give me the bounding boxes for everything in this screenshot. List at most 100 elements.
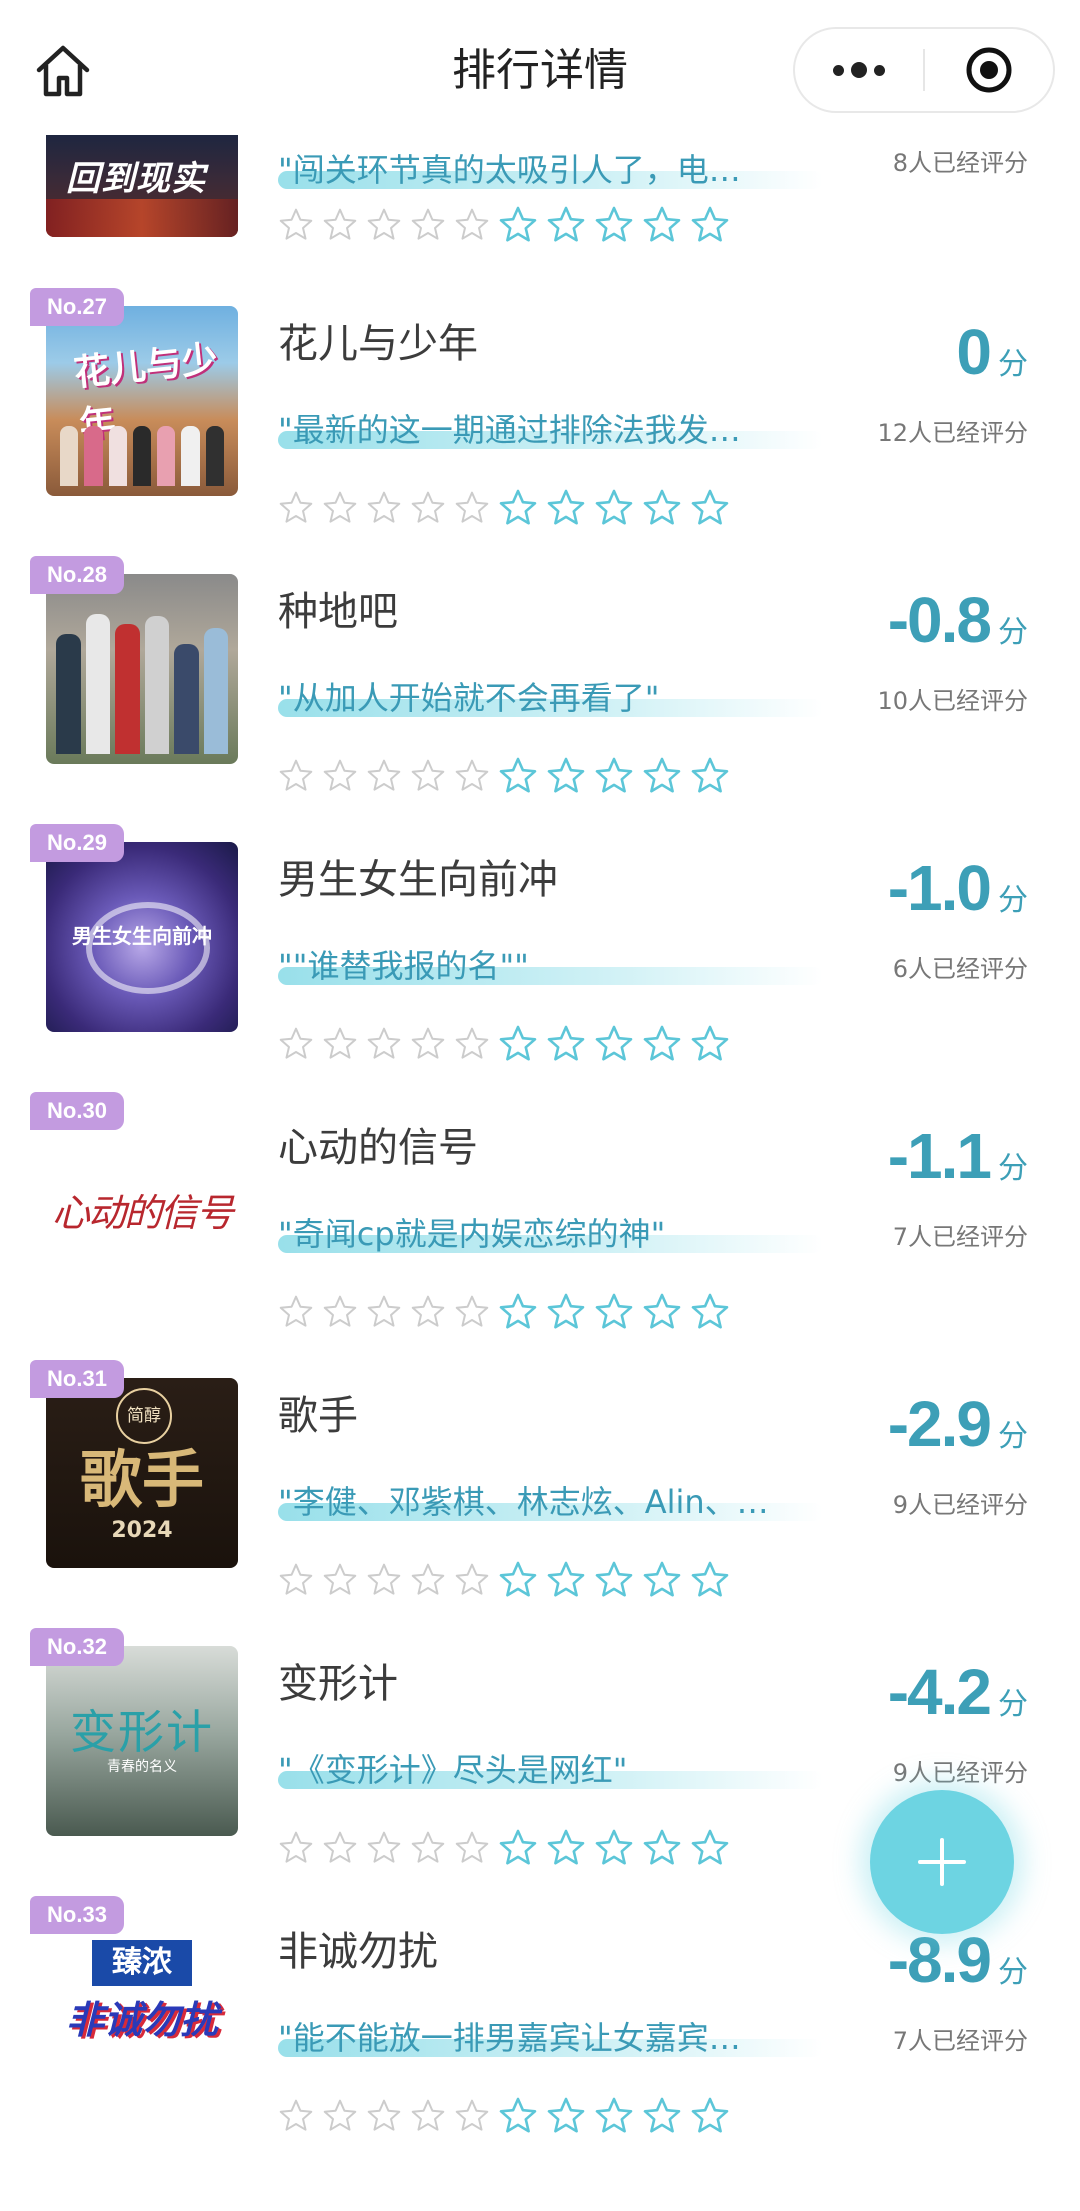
more-button[interactable] <box>795 29 923 111</box>
star-teal-icon[interactable] <box>498 1292 538 1332</box>
star-empty-icon[interactable] <box>366 207 402 243</box>
star-empty-icon[interactable] <box>278 1562 314 1598</box>
star-empty-icon[interactable] <box>454 207 490 243</box>
star-teal-icon[interactable] <box>642 756 682 796</box>
star-empty-icon[interactable] <box>322 1294 358 1330</box>
ranking-item[interactable]: No.30 心动的信号 心动的信号 -1.1 分 "奇闻cp就是内娱恋综的神" … <box>0 1092 1080 1360</box>
star-empty-icon[interactable] <box>322 207 358 243</box>
star-empty-icon[interactable] <box>454 1562 490 1598</box>
star-teal-icon[interactable] <box>690 1828 730 1868</box>
star-teal-icon[interactable] <box>690 1560 730 1600</box>
mini-program-capsule <box>793 27 1055 113</box>
star-teal-icon[interactable] <box>498 1024 538 1064</box>
star-teal-icon[interactable] <box>594 1560 634 1600</box>
star-teal-icon[interactable] <box>546 1560 586 1600</box>
star-empty-icon[interactable] <box>410 2098 446 2134</box>
star-teal-icon[interactable] <box>642 1024 682 1064</box>
star-teal-icon[interactable] <box>642 2096 682 2136</box>
star-teal-icon[interactable] <box>498 205 538 245</box>
star-teal-icon[interactable] <box>642 488 682 528</box>
star-empty-icon[interactable] <box>366 1026 402 1062</box>
star-teal-icon[interactable] <box>594 1292 634 1332</box>
star-empty-icon[interactable] <box>278 490 314 526</box>
star-empty-icon[interactable] <box>278 1026 314 1062</box>
star-teal-icon[interactable] <box>642 1828 682 1868</box>
rating-stars[interactable] <box>278 205 738 245</box>
star-teal-icon[interactable] <box>642 1560 682 1600</box>
star-teal-icon[interactable] <box>594 1828 634 1868</box>
star-empty-icon[interactable] <box>322 490 358 526</box>
star-empty-icon[interactable] <box>366 1562 402 1598</box>
star-teal-icon[interactable] <box>594 2096 634 2136</box>
star-teal-icon[interactable] <box>498 488 538 528</box>
star-empty-icon[interactable] <box>366 758 402 794</box>
star-empty-icon[interactable] <box>278 207 314 243</box>
star-empty-icon[interactable] <box>322 1026 358 1062</box>
star-teal-icon[interactable] <box>690 2096 730 2136</box>
rating-stars[interactable] <box>278 1560 738 1600</box>
rating-stars[interactable] <box>278 488 738 528</box>
star-empty-icon[interactable] <box>322 758 358 794</box>
ranking-item[interactable]: No.27 花儿与少年 花儿与少年 0 分 "最新的这一期通过排除法我发… 12… <box>0 288 1080 556</box>
star-teal-icon[interactable] <box>594 756 634 796</box>
star-empty-icon[interactable] <box>410 1294 446 1330</box>
star-teal-icon[interactable] <box>546 205 586 245</box>
star-teal-icon[interactable] <box>594 488 634 528</box>
star-teal-icon[interactable] <box>690 488 730 528</box>
star-empty-icon[interactable] <box>410 1830 446 1866</box>
star-teal-icon[interactable] <box>690 205 730 245</box>
star-empty-icon[interactable] <box>366 490 402 526</box>
star-empty-icon[interactable] <box>410 1026 446 1062</box>
star-teal-icon[interactable] <box>690 1292 730 1332</box>
ranking-item[interactable]: No.31 简醇 歌手 2024 歌手 -2.9 分 "李健、邓紫棋、林志炫、A… <box>0 1360 1080 1628</box>
star-teal-icon[interactable] <box>546 488 586 528</box>
star-empty-icon[interactable] <box>454 1830 490 1866</box>
star-empty-icon[interactable] <box>410 490 446 526</box>
star-teal-icon[interactable] <box>498 756 538 796</box>
star-teal-icon[interactable] <box>642 205 682 245</box>
star-empty-icon[interactable] <box>278 1294 314 1330</box>
star-empty-icon[interactable] <box>278 758 314 794</box>
rating-stars[interactable] <box>278 1828 738 1868</box>
star-teal-icon[interactable] <box>594 1024 634 1064</box>
star-empty-icon[interactable] <box>454 1294 490 1330</box>
star-empty-icon[interactable] <box>366 2098 402 2134</box>
rating-stars[interactable] <box>278 2096 738 2136</box>
rating-stars[interactable] <box>278 756 738 796</box>
ranking-item[interactable]: No.29 男生女生向前冲 男生女生向前冲 -1.0 分 ""谁替我报的名"" … <box>0 824 1080 1092</box>
add-button[interactable] <box>870 1790 1014 1934</box>
star-empty-icon[interactable] <box>410 1562 446 1598</box>
star-teal-icon[interactable] <box>690 1024 730 1064</box>
star-empty-icon[interactable] <box>366 1294 402 1330</box>
star-empty-icon[interactable] <box>366 1830 402 1866</box>
star-teal-icon[interactable] <box>546 2096 586 2136</box>
star-teal-icon[interactable] <box>546 1828 586 1868</box>
star-teal-icon[interactable] <box>546 756 586 796</box>
ranking-item[interactable]: No.28 种地吧 -0.8 分 "从加人开始就不会再看了" 10人已经评分 <box>0 556 1080 824</box>
star-teal-icon[interactable] <box>498 1560 538 1600</box>
star-empty-icon[interactable] <box>322 2098 358 2134</box>
show-name: 种地吧 <box>278 589 398 635</box>
star-empty-icon[interactable] <box>454 490 490 526</box>
star-empty-icon[interactable] <box>322 1562 358 1598</box>
star-teal-icon[interactable] <box>690 756 730 796</box>
star-teal-icon[interactable] <box>498 2096 538 2136</box>
ranking-item[interactable]: No.33 臻浓 非诚勿扰 非诚勿扰 -8.9 分 "能不能放一排男嘉宾让女嘉宾… <box>0 1896 1080 2164</box>
star-empty-icon[interactable] <box>278 1830 314 1866</box>
star-teal-icon[interactable] <box>546 1024 586 1064</box>
star-empty-icon[interactable] <box>454 2098 490 2134</box>
star-empty-icon[interactable] <box>410 758 446 794</box>
rank-badge: No.28 <box>30 556 124 594</box>
star-teal-icon[interactable] <box>642 1292 682 1332</box>
star-empty-icon[interactable] <box>454 1026 490 1062</box>
star-teal-icon[interactable] <box>594 205 634 245</box>
rating-stars[interactable] <box>278 1024 738 1064</box>
star-empty-icon[interactable] <box>454 758 490 794</box>
star-empty-icon[interactable] <box>278 2098 314 2134</box>
rating-stars[interactable] <box>278 1292 738 1332</box>
star-teal-icon[interactable] <box>498 1828 538 1868</box>
star-teal-icon[interactable] <box>546 1292 586 1332</box>
star-empty-icon[interactable] <box>410 207 446 243</box>
star-empty-icon[interactable] <box>322 1830 358 1866</box>
close-button[interactable] <box>925 29 1053 111</box>
